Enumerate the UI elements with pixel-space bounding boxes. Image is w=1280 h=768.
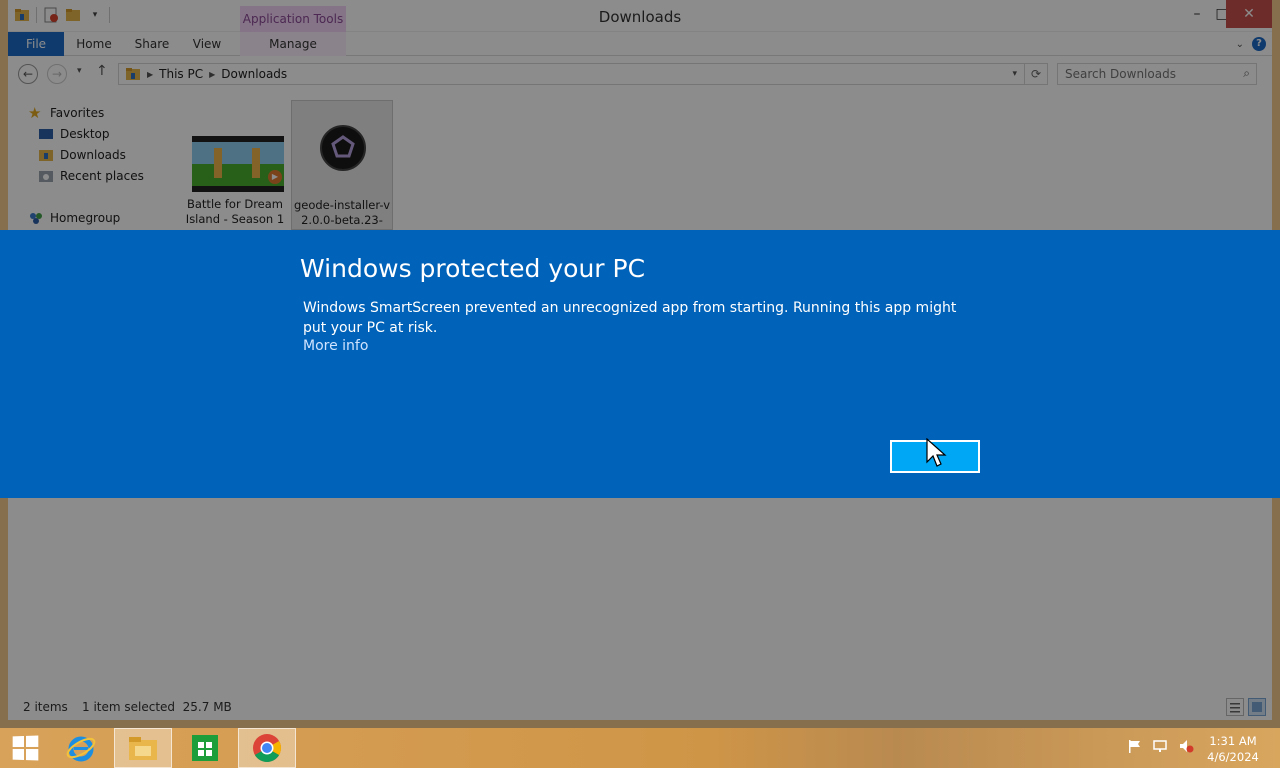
- internet-explorer-icon: [66, 736, 96, 762]
- taskbar-store[interactable]: [176, 728, 234, 768]
- volume-muted-icon[interactable]: [1178, 738, 1194, 754]
- file-explorer-icon: [129, 737, 157, 760]
- windows-logo-icon: [12, 735, 39, 761]
- network-icon[interactable]: [1152, 738, 1168, 754]
- clock-date: 4/6/2024: [1207, 750, 1259, 764]
- chrome-icon: [253, 734, 281, 762]
- smartscreen-message: Windows SmartScreen prevented an unrecog…: [303, 300, 957, 336]
- system-tray: [1126, 738, 1194, 754]
- more-info-link[interactable]: More info: [303, 338, 368, 354]
- smartscreen-dialog: Windows protected your PC Windows SmartS…: [0, 230, 1280, 498]
- clock-time: 1:31 AM: [1209, 734, 1257, 748]
- smartscreen-title: Windows protected your PC: [300, 254, 646, 283]
- taskbar-chrome[interactable]: [238, 728, 296, 768]
- taskbar: 1:31 AM 4/6/2024: [0, 728, 1280, 768]
- action-center-flag-icon[interactable]: [1126, 738, 1142, 754]
- taskbar-internet-explorer[interactable]: [52, 728, 110, 768]
- store-icon: [192, 735, 218, 761]
- taskbar-file-explorer[interactable]: [114, 728, 172, 768]
- system-clock[interactable]: 1:31 AM 4/6/2024: [1196, 733, 1270, 765]
- mouse-cursor-icon: [926, 438, 947, 467]
- start-button[interactable]: [0, 728, 50, 768]
